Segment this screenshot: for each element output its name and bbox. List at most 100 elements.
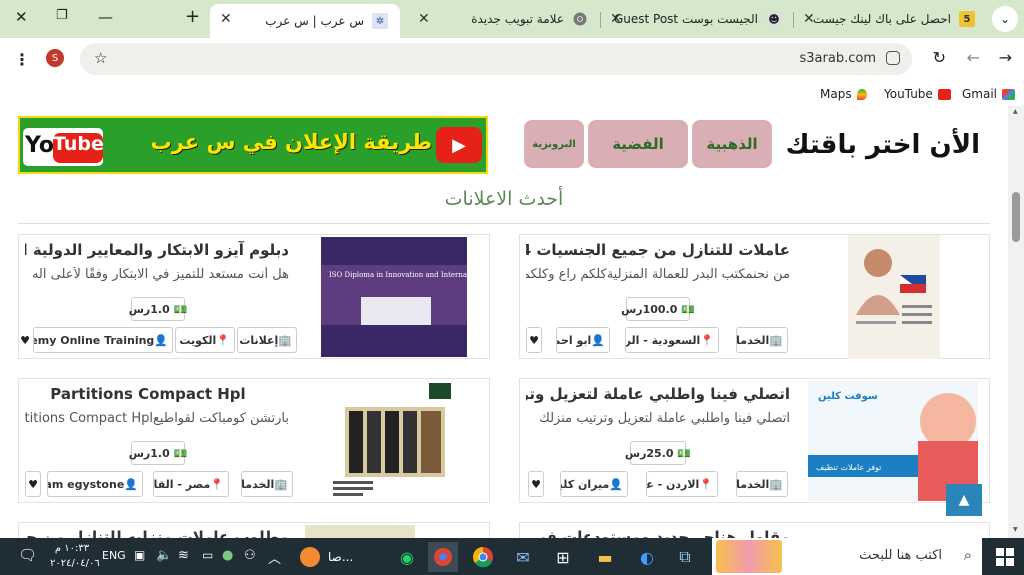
user-icon: 👤 xyxy=(124,477,138,491)
listing-title[interactable]: اتصلي فينا واطلبي عاملة لتعزيل وترتيب xyxy=(526,385,790,403)
tab-close-icon[interactable]: ✕ xyxy=(418,11,430,27)
chip-label: an academy Online Training xyxy=(34,333,155,347)
location-chip[interactable]: 📍الاردن - عمان xyxy=(646,471,718,497)
listing-card[interactable]: سوفت كلين توفر عاملات تنظيف اتصلي فينا و… xyxy=(519,378,990,503)
bookmark-gmail[interactable]: Gmail xyxy=(962,84,1016,104)
wifi-icon[interactable]: ≋ xyxy=(178,548,189,563)
whatsapp-icon[interactable]: ◉ xyxy=(392,542,422,572)
listing-title[interactable]: عاملات للتنازل من جميع الجنسيات 3454 xyxy=(526,241,790,259)
user-chip[interactable]: 👤mariam egystone xyxy=(47,471,143,497)
category-chip[interactable]: 🏢إعلانات متنوعة xyxy=(237,327,297,353)
price-value: 1.0رس xyxy=(128,446,170,460)
minimize-window-icon[interactable]: — xyxy=(98,8,113,26)
favorite-heart-icon[interactable]: ♥ xyxy=(25,471,41,497)
building-icon: 🏢 xyxy=(278,333,292,347)
listing-image[interactable] xyxy=(848,235,940,359)
play-icon: ▶ xyxy=(436,127,482,163)
edge-icon[interactable]: ◐ xyxy=(632,542,662,572)
bookmark-label: Maps xyxy=(820,87,852,101)
forward-icon[interactable]: ← xyxy=(967,48,980,67)
category-chip[interactable]: 🏢الخدمات xyxy=(736,471,788,497)
location-chip[interactable]: 📍السعودية - الرياض xyxy=(625,327,719,353)
listing-card[interactable]: Partitions Compact Hpl بارتشن كومباكت لق… xyxy=(18,378,490,503)
mail-icon[interactable]: ✉ xyxy=(508,542,538,572)
listing-card[interactable]: ISO Diploma in Innovation and Internatio… xyxy=(18,234,526,359)
scrollbar-thumb[interactable] xyxy=(1012,192,1020,242)
bookmark-maps[interactable]: Maps xyxy=(820,84,867,104)
omnibox[interactable]: ☆ s3arab.com xyxy=(80,43,912,75)
chrome-active-icon[interactable] xyxy=(428,542,458,572)
tray-app-icon[interactable]: ● xyxy=(222,548,233,563)
battery-icon[interactable]: ▣ xyxy=(134,548,145,562)
notifications-icon[interactable]: 🗨 xyxy=(18,546,37,564)
user-chip[interactable]: 👤an academy Online Training xyxy=(33,327,173,353)
location-chip[interactable]: 📍الكويت - الأ xyxy=(175,327,235,353)
listing-image[interactable]: ISO Diploma in Innovation and Internatio… xyxy=(321,237,526,357)
listing-image[interactable] xyxy=(325,381,465,501)
back-icon[interactable]: → xyxy=(999,48,1012,67)
tab-guest-post[interactable]: ☻ الجيست بوست Guest Post ✕ xyxy=(602,4,792,34)
windows-start-icon[interactable] xyxy=(990,542,1020,572)
favorite-heart-icon[interactable]: ♥ xyxy=(528,471,544,497)
close-window-icon[interactable]: ✕ xyxy=(15,8,28,26)
page-scrollbar[interactable]: ▲ ▼ xyxy=(1008,106,1024,538)
section-title: أحدث الاعلانات xyxy=(444,188,564,210)
profile-avatar[interactable]: S xyxy=(46,49,64,67)
listing-title[interactable]: دبلوم آيزو الابتكار والمعايير الدولية ال… xyxy=(25,241,289,259)
favorite-heart-icon[interactable]: ♥ xyxy=(526,327,542,353)
tray-icon[interactable]: ⚇ xyxy=(244,548,256,563)
price-tag: 💵 1.0رس xyxy=(128,441,187,465)
image-caption: توفر عاملات تنظيف xyxy=(816,463,881,472)
banner-left-text: طريقة الإعلان في س عرب xyxy=(150,130,432,154)
user-chip[interactable]: 👤ميران كلين xyxy=(560,471,628,497)
tab-title: س عرب | س عرب xyxy=(265,14,364,28)
chip-label: السعودية - الرياض xyxy=(625,333,701,347)
restore-window-icon[interactable]: ❐ xyxy=(56,8,68,23)
listing-title[interactable]: Partitions Compact Hpl xyxy=(39,385,257,403)
new-tab-icon[interactable]: + xyxy=(185,6,200,27)
listing-card[interactable]: مقاول هناجر جديد ومستودعات في ال xyxy=(519,522,990,538)
tray-chevron-icon[interactable]: ︿ xyxy=(268,548,281,567)
task-view-icon[interactable]: ⧉ xyxy=(670,542,700,572)
listing-title[interactable]: مطلوب عاملات منزليه للتنازل من جميع xyxy=(25,528,289,538)
tray-monitor-icon[interactable]: ▭ xyxy=(202,548,213,562)
store-icon[interactable]: ⊞ xyxy=(548,542,578,572)
tab-search-icon[interactable]: ⌄ xyxy=(992,6,1018,32)
category-chip[interactable]: 🏢الخدمات xyxy=(241,471,293,497)
volume-icon[interactable]: 🔈 xyxy=(156,548,172,563)
star-icon[interactable]: ☆ xyxy=(94,49,107,67)
site-settings-icon[interactable] xyxy=(886,51,900,65)
bookmark-youtube[interactable]: YouTube xyxy=(884,84,951,104)
language-indicator[interactable]: ENG xyxy=(102,549,126,562)
reload-icon[interactable]: ↻ xyxy=(933,48,946,67)
tab-new[interactable]: علامة تبويب جديدة ✕ xyxy=(410,4,600,34)
listing-card[interactable]: عاملات للتنازل من جميع الجنسيات 3454 من … xyxy=(519,234,990,359)
tab-close-icon[interactable]: ✕ xyxy=(803,11,815,27)
user-chip[interactable]: 👤ابو احمد xyxy=(556,327,610,353)
url-text[interactable]: s3arab.com xyxy=(800,51,876,66)
tab-close-icon[interactable]: ✕ xyxy=(220,11,232,27)
scroll-down-icon[interactable]: ▼ xyxy=(1013,526,1018,533)
file-explorer-icon[interactable]: ▬ xyxy=(590,542,620,572)
category-chip[interactable]: 🏢الخدمات xyxy=(736,327,788,353)
listing-image[interactable]: سوفت كلين توفر عاملات تنظيف xyxy=(808,381,978,501)
scroll-up-icon[interactable]: ▲ xyxy=(1013,108,1018,115)
listing-card[interactable]: مطلوب عاملات منزليه للتنازل من جميع xyxy=(18,522,490,538)
ad-banner-right[interactable]: الأن اختر باقتك الذهبية الفضية البرونزية xyxy=(520,116,990,174)
location-chip[interactable]: 📍مصر - القاهرة xyxy=(153,471,229,497)
favorite-heart-icon[interactable]: ♥ xyxy=(19,327,31,353)
taskbar-app[interactable]: صا... xyxy=(300,542,386,572)
tab-backlink[interactable]: 5 احصل على باك لينك جيست ✕ xyxy=(795,4,985,34)
tab-close-icon[interactable]: ✕ xyxy=(610,11,622,27)
clock[interactable]: ١٠:٣٣ م ٢٠٢٤/٠٤/٠٦ xyxy=(50,541,100,571)
chrome-taskbar-icon[interactable] xyxy=(468,542,498,572)
search-highlight-icon xyxy=(716,540,782,573)
menu-icon[interactable]: ⋮ xyxy=(14,50,30,69)
scroll-top-button[interactable]: ▲ xyxy=(946,484,982,516)
listing-image[interactable] xyxy=(305,525,415,538)
tab-s3arab[interactable]: ✲ س عرب | س عرب ✕ xyxy=(210,4,400,38)
listing-description: بارتشن كومباكت لقواطيعPartitions Compact… xyxy=(25,411,289,426)
listing-title[interactable]: مقاول هناجر جديد ومستودعات في ال xyxy=(526,528,790,538)
ad-banner-left[interactable]: You Tube طريقة الإعلان في س عرب ▶ xyxy=(18,116,488,174)
taskbar-search[interactable]: ⌕ اكتب هنا للبحث xyxy=(712,538,982,575)
